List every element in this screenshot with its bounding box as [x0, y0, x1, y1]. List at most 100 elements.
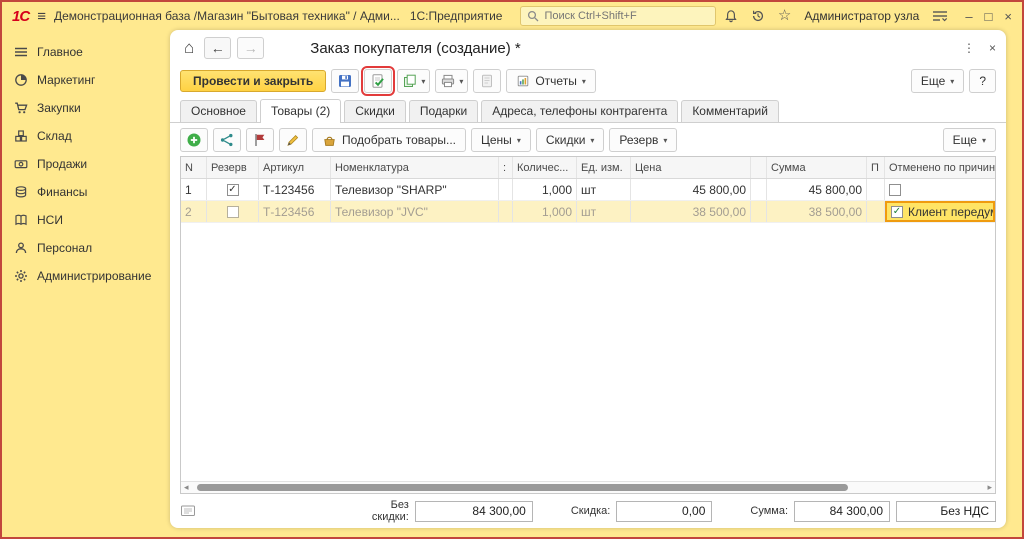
form-menu-kebab-icon[interactable]: ⋮ — [963, 41, 975, 55]
cancelled-checkbox[interactable]: ✓ — [891, 206, 903, 218]
flag-button[interactable] — [246, 128, 274, 152]
column-header-n[interactable]: N — [181, 157, 207, 178]
tab-goods[interactable]: Товары (2) — [260, 99, 341, 123]
column-header-sum[interactable]: Сумма — [767, 157, 867, 178]
column-header-reserve[interactable]: Резерв — [207, 157, 259, 178]
sidebar-item-sales[interactable]: Продажи — [2, 150, 170, 178]
cell-sum[interactable]: 38 500,00 — [767, 201, 867, 222]
share-structure-button[interactable] — [213, 128, 241, 152]
sidebar-item-main[interactable]: Главное — [2, 38, 170, 66]
cell-p[interactable] — [867, 179, 885, 200]
cell-nomenclature[interactable]: Телевизор "SHARP" — [331, 179, 499, 200]
prices-button[interactable]: Цены ▾ — [471, 128, 531, 152]
close-window-button[interactable]: × — [1004, 10, 1012, 23]
column-header-quantity[interactable]: Количес... — [513, 157, 577, 178]
scrollbar-thumb[interactable] — [197, 484, 848, 491]
cell-reserve[interactable] — [207, 201, 259, 222]
tab-comment[interactable]: Комментарий — [681, 100, 779, 122]
tab-gifts[interactable]: Подарки — [409, 100, 478, 122]
history-icon[interactable] — [751, 9, 765, 23]
total-field[interactable]: 84 300,00 — [794, 501, 890, 522]
tab-discounts[interactable]: Скидки — [344, 100, 406, 122]
maximize-button[interactable]: □ — [985, 10, 993, 23]
column-header-article[interactable]: Артикул — [259, 157, 331, 178]
sidebar-item-warehouse[interactable]: Склад — [2, 122, 170, 150]
minimize-button[interactable]: – — [965, 10, 972, 23]
cell-n[interactable]: 1 — [181, 179, 207, 200]
cell-blank[interactable] — [751, 179, 767, 200]
no-discount-field[interactable]: 84 300,00 — [415, 501, 533, 522]
cell-unit[interactable]: шт — [577, 201, 631, 222]
reserve-button[interactable]: Резерв ▾ — [609, 128, 677, 152]
back-button[interactable]: ← — [204, 37, 231, 59]
add-row-button[interactable] — [180, 128, 208, 152]
banknote-icon — [14, 157, 28, 171]
home-icon[interactable]: ⌂ — [180, 38, 198, 58]
sidebar-item-personnel[interactable]: Персонал — [2, 234, 170, 262]
cell-nomenclature[interactable]: Телевизор "JVC" — [331, 201, 499, 222]
table-empty-area[interactable] — [181, 223, 995, 481]
cell-article[interactable]: Т-123456 — [259, 179, 331, 200]
discounts-button[interactable]: Скидки ▾ — [536, 128, 605, 152]
sidebar-item-finance[interactable]: Финансы — [2, 178, 170, 206]
cell-reserve[interactable]: ✓ — [207, 179, 259, 200]
help-button[interactable]: ? — [969, 69, 996, 93]
sidebar-item-marketing[interactable]: Маркетинг — [2, 66, 170, 94]
cell-article[interactable]: Т-123456 — [259, 201, 331, 222]
print-button[interactable]: ▾ — [435, 69, 468, 93]
cancelled-checkbox[interactable] — [889, 184, 901, 196]
column-header-blank[interactable] — [751, 157, 767, 178]
cell-price[interactable]: 45 800,00 — [631, 179, 751, 200]
comment-icon[interactable] — [180, 504, 196, 518]
cell-blank[interactable] — [751, 201, 767, 222]
column-header-unit[interactable]: Ед. изм. — [577, 157, 631, 178]
search-input[interactable] — [544, 10, 694, 22]
cell-sum[interactable]: 45 800,00 — [767, 179, 867, 200]
post-and-close-button[interactable]: Провести и закрыть — [180, 70, 326, 92]
reserve-checkbox[interactable] — [227, 206, 239, 218]
form-close-icon[interactable]: × — [989, 41, 996, 55]
sidebar-item-master-data[interactable]: НСИ — [2, 206, 170, 234]
cell-n[interactable]: 2 — [181, 201, 207, 222]
tab-main[interactable]: Основное — [180, 100, 257, 122]
cell-p[interactable] — [867, 201, 885, 222]
service-menu-icon[interactable] — [932, 10, 948, 22]
edit-row-button[interactable] — [279, 128, 307, 152]
sidebar-item-administration[interactable]: Администрирование — [2, 262, 170, 290]
cell-quantity[interactable]: 1,000 — [513, 179, 577, 200]
pick-goods-button[interactable]: Подобрать товары... — [312, 128, 466, 152]
create-based-on-button[interactable]: ▾ — [397, 69, 430, 93]
post-document-button[interactable] — [364, 69, 392, 93]
column-header-characteristic[interactable]: : — [499, 157, 513, 178]
column-header-cancel-reason[interactable]: Отменено по причине — [885, 157, 995, 178]
cell-characteristic[interactable] — [499, 201, 513, 222]
tab-addresses[interactable]: Адреса, телефоны контрагента — [481, 100, 678, 122]
cell-unit[interactable]: шт — [577, 179, 631, 200]
favorites-star-icon[interactable]: ☆ — [778, 9, 791, 23]
sidebar-item-purchases[interactable]: Закупки — [2, 94, 170, 122]
forward-button[interactable]: → — [237, 37, 264, 59]
discount-field[interactable]: 0,00 — [616, 501, 712, 522]
more-button[interactable]: Еще ▾ — [911, 69, 964, 93]
notifications-bell-icon[interactable] — [724, 9, 738, 23]
scroll-left-icon[interactable]: ◂ — [184, 482, 189, 493]
column-header-p[interactable]: П — [867, 157, 885, 178]
cancel-reason-edit-cell[interactable]: ✓ Клиент передумал — [885, 201, 995, 222]
cell-characteristic[interactable] — [499, 179, 513, 200]
grid-more-button[interactable]: Еще ▾ — [943, 128, 996, 152]
main-menu-icon[interactable]: ≡ — [37, 8, 46, 25]
column-header-price[interactable]: Цена — [631, 157, 751, 178]
attached-files-button[interactable] — [473, 69, 501, 93]
column-header-nomenclature[interactable]: Номенклатура — [331, 157, 499, 178]
cell-price[interactable]: 38 500,00 — [631, 201, 751, 222]
cell-quantity[interactable]: 1,000 — [513, 201, 577, 222]
global-search[interactable] — [520, 6, 715, 26]
vat-field[interactable]: Без НДС — [896, 501, 996, 522]
scroll-right-icon[interactable]: ▸ — [987, 482, 992, 493]
save-button[interactable] — [331, 69, 359, 93]
cell-cancel-reason[interactable] — [885, 179, 995, 200]
current-user[interactable]: Администратор узла — [804, 9, 919, 23]
reports-button[interactable]: Отчеты ▾ — [506, 69, 596, 93]
horizontal-scrollbar[interactable]: ◂ ▸ — [181, 481, 995, 493]
reserve-checkbox[interactable]: ✓ — [227, 184, 239, 196]
